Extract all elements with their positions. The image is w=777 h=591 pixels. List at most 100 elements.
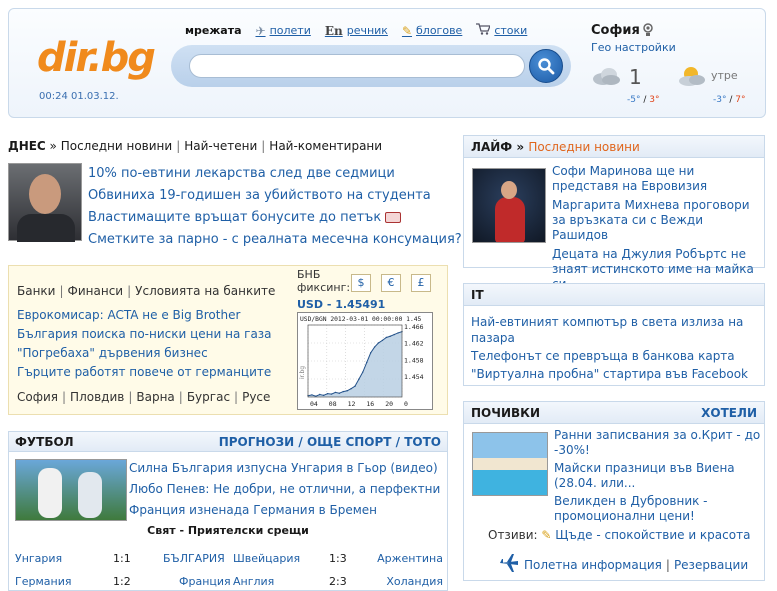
team-link[interactable]: Аржентина: [377, 552, 443, 565]
reservations-link[interactable]: Резервации: [674, 558, 748, 572]
tab-dictionary[interactable]: En речник: [325, 24, 388, 38]
life-photo[interactable]: [472, 168, 546, 243]
tab-flights[interactable]: ✈ полети: [256, 24, 311, 38]
headline-link[interactable]: България поиска по-ниски цени на газа: [17, 325, 272, 344]
city-link-ruse[interactable]: Русе: [242, 390, 270, 404]
today-photo[interactable]: [8, 163, 82, 242]
currency-eur-button[interactable]: €: [381, 274, 401, 292]
it-title[interactable]: IT: [471, 288, 484, 302]
dictionary-icon: En: [324, 23, 343, 38]
it-box: IT Най-евтиният компютър в света излиза …: [463, 283, 765, 386]
review-link[interactable]: Щъде - спокойствие и красота: [555, 528, 750, 542]
site-header: dir.bg 00:24 01.03.12. мрежата ✈ полети …: [8, 8, 766, 118]
headline-link[interactable]: Великден в Дубровник - промоционални цен…: [554, 494, 762, 524]
search-input[interactable]: [189, 54, 525, 78]
video-icon: [385, 212, 402, 223]
football-photo[interactable]: [15, 459, 127, 521]
headline-link[interactable]: Обвиниха 19-годишен за убийството на сту…: [88, 185, 462, 207]
tab-goods[interactable]: стоки: [476, 23, 527, 38]
logo-text: dir.bg: [37, 35, 156, 81]
search-icon: [538, 58, 555, 75]
currency-gbp-button[interactable]: £: [411, 274, 431, 292]
team-link[interactable]: Холандия: [386, 575, 443, 588]
today-range: -5° / 3°: [627, 95, 660, 105]
latest-news-link[interactable]: Последни новини: [61, 139, 172, 153]
team-link[interactable]: БЪЛГАРИЯ: [163, 552, 225, 565]
match-score: 2:3: [329, 575, 347, 588]
holidays-header: ПОЧИВКИ ХОТЕЛИ: [464, 402, 764, 424]
headline-link[interactable]: 10% по-евтини лекарства след две седмици: [88, 163, 462, 185]
finance-link[interactable]: Финанси: [68, 284, 124, 298]
tab-network[interactable]: мрежата: [185, 24, 242, 37]
site-logo[interactable]: dir.bg: [37, 35, 156, 81]
headline-link[interactable]: Силна България изпусна Унгария в Гьор (в…: [129, 458, 440, 479]
life-latest-link[interactable]: Последни новини: [528, 140, 639, 154]
chart-point: [354, 385, 356, 387]
holidays-title[interactable]: ПОЧИВКИ: [471, 406, 540, 420]
headline-link[interactable]: Еврокомисар: ACTA не е Big Brother: [17, 306, 272, 325]
bank-conditions-link[interactable]: Условията на банките: [135, 284, 275, 298]
reviews-row: Отзиви: ✎ Щъде - спокойствие и красота: [488, 528, 750, 542]
team-link[interactable]: Англия: [233, 575, 274, 588]
team-link[interactable]: Франция: [179, 575, 231, 588]
headline-link[interactable]: Гърците работят повече от германците: [17, 363, 272, 382]
tomorrow-min: -3°: [713, 95, 727, 105]
flight-row: Полетна информация | Резервации: [498, 552, 748, 577]
holidays-photo[interactable]: [472, 432, 548, 496]
city-link-sofia[interactable]: София: [17, 390, 58, 404]
headline-link[interactable]: Сметките за парно - с реалната месечна к…: [88, 229, 462, 251]
finance-headlines: Еврокомисар: ACTA не е Big Brother Бълга…: [17, 306, 272, 382]
headline-link[interactable]: Ранни записвания за о.Крит - до -30%!: [554, 428, 762, 458]
x-tick-label: 08: [329, 400, 337, 408]
tomorrow-range: -3° / 7°: [713, 95, 746, 105]
weather-city: София: [591, 23, 640, 38]
headline-link[interactable]: Франция изненада Германия в Бремен: [129, 500, 440, 521]
chart-point: [334, 391, 337, 394]
predictions-link[interactable]: ПРОГНОЗИ: [219, 435, 295, 449]
finance-categories: Банки | Финанси | Условията на банките: [17, 284, 276, 298]
it-header: IT: [464, 284, 764, 306]
y-tick-label: 1.454: [404, 373, 424, 381]
headline-link[interactable]: Софи Маринова ще ни представя на Евровиз…: [552, 164, 760, 194]
headline-link[interactable]: Най-евтиният компютър в света излиза на …: [471, 314, 759, 346]
more-sport-link[interactable]: ОЩЕ СПОРТ: [307, 435, 392, 449]
team-link[interactable]: Швейцария: [233, 552, 300, 565]
headline-link[interactable]: Любо Пенев: Не добри, не отлични, а перф…: [129, 479, 440, 500]
city-link-varna[interactable]: Варна: [136, 390, 174, 404]
chart-point: [358, 378, 360, 380]
pencil-icon: ✎: [401, 23, 413, 38]
pencil-icon: ✎: [541, 528, 552, 542]
team-link[interactable]: Унгария: [15, 552, 62, 565]
team-link[interactable]: Германия: [15, 575, 71, 588]
flight-info-link[interactable]: Полетна информация: [524, 558, 662, 572]
toto-link[interactable]: ТОТО: [404, 435, 441, 449]
chart-point: [346, 390, 348, 392]
headline-link[interactable]: Майски празници във Виена (28.04. или...: [554, 461, 762, 491]
geo-settings-link[interactable]: Гео настройки: [591, 41, 761, 54]
hotels-link[interactable]: ХОТЕЛИ: [701, 406, 757, 420]
city-link-burgas[interactable]: Бургас: [187, 390, 230, 404]
bnb-label-line1: БНБ: [297, 268, 321, 281]
search-button[interactable]: [529, 49, 563, 83]
tab-blogs[interactable]: ✎ блогове: [402, 24, 462, 38]
chart-point: [311, 394, 313, 396]
headline-link[interactable]: "Виртуална пробна" стартира във Facebook: [471, 366, 759, 382]
headline-link[interactable]: Властимащите връщат бонусите до петък: [88, 207, 462, 229]
headline-link[interactable]: Телефонът се превръща в банкова карта: [471, 348, 759, 364]
headline-link[interactable]: Маргарита Михнева проговори за връзката …: [552, 198, 760, 243]
most-read-link[interactable]: Най-четени: [184, 139, 257, 153]
chart-point: [389, 335, 391, 337]
finance-box: Банки | Финанси | Условията на банките Еврок…: [8, 265, 448, 415]
banks-link[interactable]: Банки: [17, 284, 55, 298]
city-link-plovdiv[interactable]: Пловдив: [70, 390, 124, 404]
weather-tomorrow: утре -3° / 7°: [677, 65, 757, 105]
most-commented-link[interactable]: Най-коментирани: [269, 139, 382, 153]
match-score: 1:2: [113, 575, 131, 588]
football-title: ФУТБОЛ: [15, 435, 74, 449]
friendlies-subtitle: Свят - Приятелски срещи: [147, 524, 309, 537]
chart-point: [381, 339, 384, 342]
headline-link[interactable]: "Погребаха" дървения бизнес: [17, 344, 272, 363]
webcam-icon[interactable]: [643, 23, 653, 40]
life-title-text[interactable]: ЛАЙФ: [471, 140, 512, 154]
currency-usd-button[interactable]: $: [351, 274, 371, 292]
